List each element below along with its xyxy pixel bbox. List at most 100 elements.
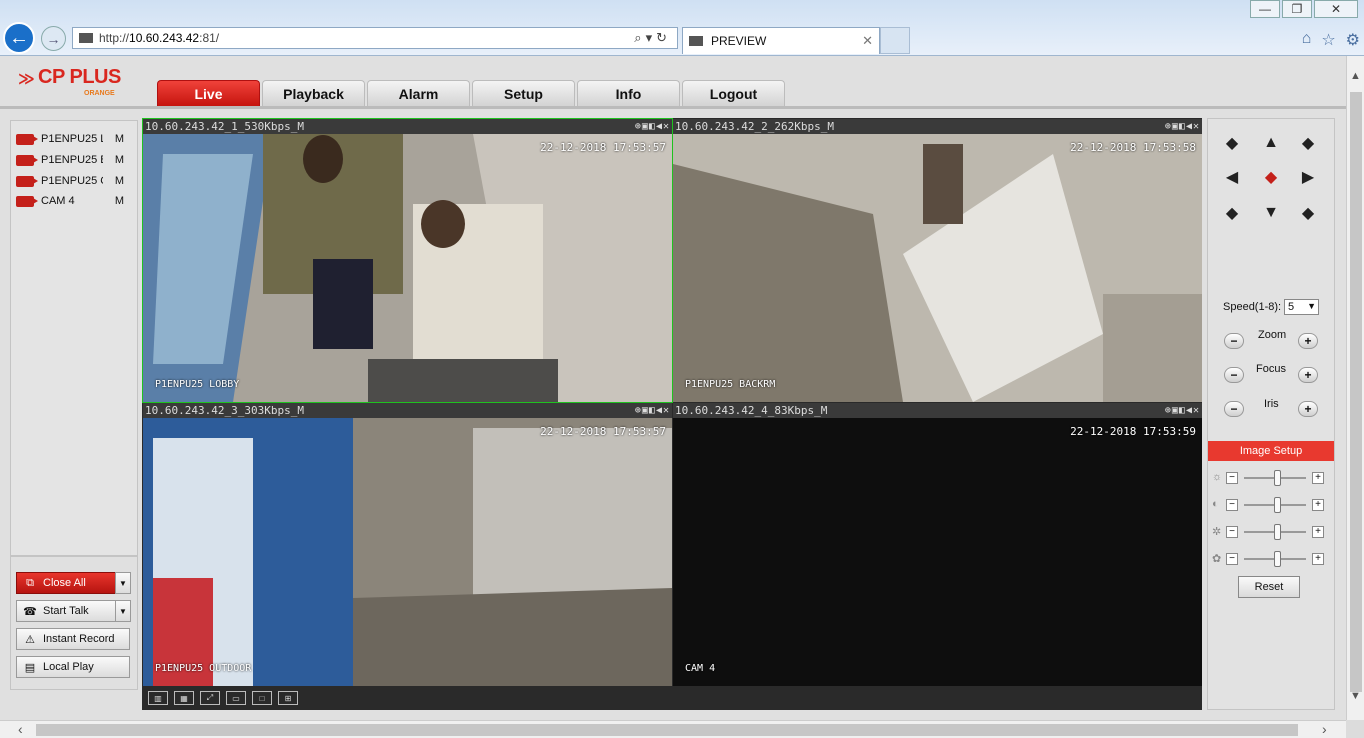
vertical-scrollbar[interactable]: ▲ ▼ (1346, 56, 1364, 720)
ptz-center-icon[interactable]: ◆ (1259, 165, 1283, 189)
home-icon[interactable]: ⌂ (1302, 30, 1312, 50)
speed-select[interactable]: 5 ▼ (1284, 299, 1319, 315)
zoom-icon[interactable]: ⊕ (1165, 405, 1172, 416)
reset-button[interactable]: Reset (1238, 576, 1300, 598)
instant-record-button[interactable]: ⚠ Instant Record (16, 628, 130, 650)
browser-tab[interactable]: PREVIEW ✕ (682, 27, 880, 54)
tab-close-icon[interactable]: ✕ (862, 33, 873, 49)
channel-item[interactable]: CAM 4 M (16, 193, 134, 209)
start-talk-dropdown[interactable]: ▼ (115, 600, 131, 622)
contrast-knob[interactable] (1274, 497, 1281, 513)
ptz-right-icon[interactable]: ▶ (1296, 165, 1320, 189)
brightness-minus[interactable]: − (1226, 472, 1238, 484)
vertical-scroll-thumb[interactable] (1350, 92, 1362, 692)
hue-slider[interactable]: ✿ − + (1212, 551, 1332, 567)
minimize-button[interactable]: — (1250, 0, 1280, 18)
layout-wide-icon[interactable]: ▭ (226, 691, 246, 705)
ptz-down-left-icon[interactable]: ◆ (1220, 201, 1244, 225)
iris-plus-button[interactable]: + (1298, 401, 1318, 417)
record-icon[interactable]: ◧ (649, 121, 656, 132)
snapshot-icon[interactable]: ▣ (1172, 121, 1179, 132)
scroll-up-icon[interactable]: ▲ (1350, 70, 1361, 82)
record-icon[interactable]: ◧ (1179, 405, 1186, 416)
address-bar[interactable]: http://10.60.243.42:81/ ⌕▾↻ (72, 27, 678, 49)
fullscreen-icon[interactable]: ⤢ (200, 691, 220, 705)
contrast-slider[interactable]: ◐ − + (1212, 497, 1332, 513)
iris-minus-button[interactable]: − (1224, 401, 1244, 417)
image-setup-header[interactable]: Image Setup (1208, 441, 1334, 461)
layout-quad-icon[interactable]: ⊞ (278, 691, 298, 705)
audio-icon[interactable]: ◀ (656, 121, 663, 132)
hue-plus[interactable]: + (1312, 553, 1324, 565)
tab-playback[interactable]: Playback (262, 80, 365, 106)
channel-item[interactable]: P1ENPU25 B M (16, 152, 134, 168)
local-play-button[interactable]: ▤ Local Play (16, 656, 130, 678)
forward-arrow-icon[interactable]: → (41, 26, 66, 51)
close-video-icon[interactable]: ✕ (663, 405, 670, 416)
tab-alarm[interactable]: Alarm (367, 80, 470, 106)
video-pane-2[interactable]: 10.60.243.42_2_262Kbps_M ⊕▣◧◀✕ 22-12-2018… (673, 119, 1202, 402)
layout-fluency-icon[interactable]: ▥ (148, 691, 168, 705)
tab-logout[interactable]: Logout (682, 80, 785, 106)
saturation-slider[interactable]: ✲ − + (1212, 524, 1332, 540)
video-pane-1[interactable]: 10.60.243.42_1_530Kbps_M ⊕▣◧◀✕ 22-12-2018… (142, 118, 673, 403)
zoom-out-button[interactable]: − (1224, 333, 1244, 349)
scroll-down-icon[interactable]: ▼ (1350, 690, 1361, 702)
video-pane-4[interactable]: 10.60.243.42_4_83Kbps_M ⊕▣◧◀✕ 22-12-2018 … (673, 403, 1202, 686)
focus-plus-button[interactable]: + (1298, 367, 1318, 383)
maximize-button[interactable]: ❐ (1282, 0, 1312, 18)
close-video-icon[interactable]: ✕ (1193, 121, 1200, 132)
tab-live[interactable]: Live (157, 80, 260, 106)
zoom-icon[interactable]: ⊕ (635, 405, 642, 416)
focus-minus-button[interactable]: − (1224, 367, 1244, 383)
hue-knob[interactable] (1274, 551, 1281, 567)
hue-minus[interactable]: − (1226, 553, 1238, 565)
snapshot-icon[interactable]: ▣ (642, 405, 649, 416)
back-arrow-icon[interactable]: ← (3, 22, 35, 54)
scroll-right-icon[interactable]: › (1322, 721, 1327, 737)
dropdown-icon[interactable]: ▾ (646, 30, 657, 45)
channel-item[interactable]: P1ENPU25 L M (16, 131, 134, 147)
new-tab-button[interactable] (880, 27, 910, 54)
favorites-star-icon[interactable]: ☆ (1321, 30, 1335, 50)
zoom-icon[interactable]: ⊕ (1165, 121, 1172, 132)
scroll-left-icon[interactable]: ‹ (18, 721, 23, 737)
contrast-plus[interactable]: + (1312, 499, 1324, 511)
saturation-minus[interactable]: − (1226, 526, 1238, 538)
close-video-icon[interactable]: ✕ (1193, 405, 1200, 416)
snapshot-icon[interactable]: ▣ (642, 121, 649, 132)
audio-icon[interactable]: ◀ (1186, 121, 1193, 132)
layout-realtime-icon[interactable]: ▦ (174, 691, 194, 705)
horizontal-scroll-thumb[interactable] (36, 724, 1298, 736)
address-controls[interactable]: ⌕▾↻ (634, 30, 671, 46)
ptz-down-right-icon[interactable]: ◆ (1296, 201, 1320, 225)
zoom-icon[interactable]: ⊕ (635, 121, 642, 132)
saturation-plus[interactable]: + (1312, 526, 1324, 538)
record-icon[interactable]: ◧ (1179, 121, 1186, 132)
close-all-dropdown[interactable]: ▼ (115, 572, 131, 594)
ptz-left-icon[interactable]: ◀ (1220, 165, 1244, 189)
refresh-icon[interactable]: ↻ (656, 30, 671, 45)
search-icon[interactable]: ⌕ (634, 30, 645, 45)
zoom-in-button[interactable]: + (1298, 333, 1318, 349)
audio-icon[interactable]: ◀ (656, 405, 663, 416)
contrast-minus[interactable]: − (1226, 499, 1238, 511)
brightness-slider[interactable]: ☼ − + (1212, 470, 1332, 486)
audio-icon[interactable]: ◀ (1186, 405, 1193, 416)
video-pane-3[interactable]: 10.60.243.42_3_303Kbps_M ⊕▣◧◀✕ 22-12-2018… (143, 403, 672, 686)
brightness-plus[interactable]: + (1312, 472, 1324, 484)
saturation-knob[interactable] (1274, 524, 1281, 540)
ptz-down-icon[interactable]: ▼ (1259, 201, 1283, 225)
tab-info[interactable]: Info (577, 80, 680, 106)
tab-setup[interactable]: Setup (472, 80, 575, 106)
ptz-up-left-icon[interactable]: ◆ (1220, 131, 1244, 155)
horizontal-scrollbar[interactable]: ‹ › (0, 720, 1346, 738)
snapshot-icon[interactable]: ▣ (1172, 405, 1179, 416)
channel-item[interactable]: P1ENPU25 C M (16, 173, 134, 189)
record-icon[interactable]: ◧ (649, 405, 656, 416)
close-all-button[interactable]: ⧉ Close All (16, 572, 116, 594)
settings-gear-icon[interactable]: ⚙ (1346, 30, 1360, 50)
ptz-up-icon[interactable]: ▲ (1259, 131, 1283, 155)
close-window-button[interactable]: ✕ (1314, 0, 1358, 18)
brightness-knob[interactable] (1274, 470, 1281, 486)
